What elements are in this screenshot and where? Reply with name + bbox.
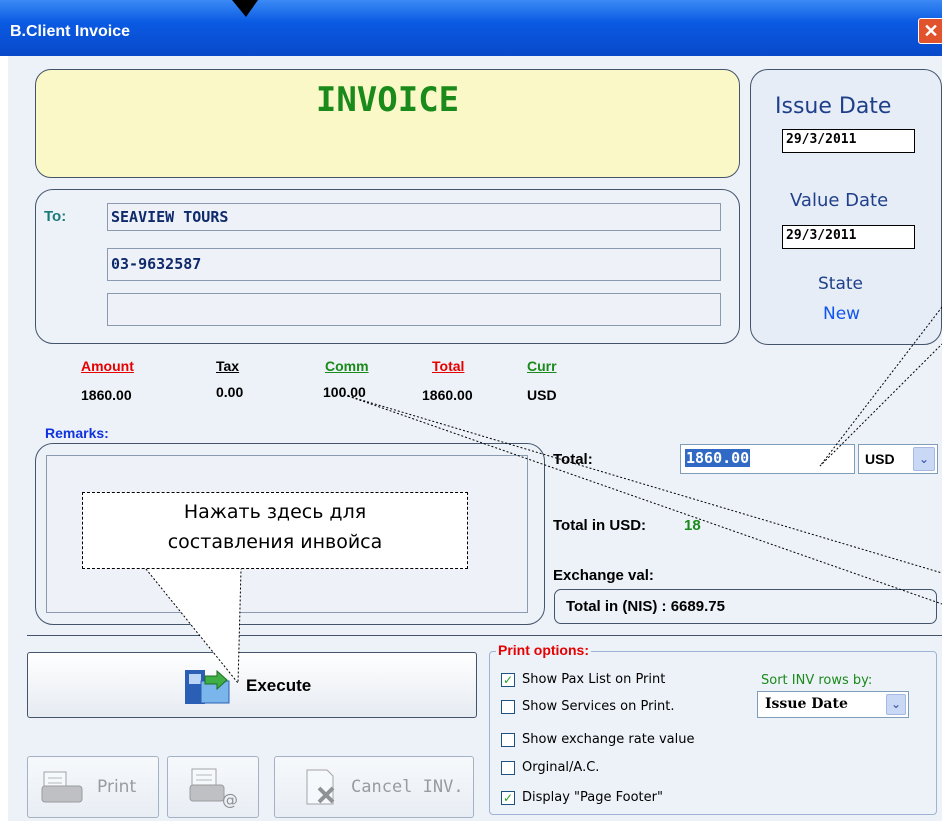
execute-label: Execute [246,676,312,695]
to-label: To: [44,208,67,225]
currency-value: USD [865,451,895,467]
print-label: Print [97,777,137,797]
svg-text:@: @ [222,790,238,809]
curr-header: Curr [527,358,557,374]
value-date-label: Value Date [790,190,889,211]
callout-line-1: Нажать здесь для [183,501,367,523]
recipient-panel: To: SEAVIEW TOURS 03-9632587 [35,189,740,344]
amount-header: Amount [81,358,134,374]
total-in-nis-box: Total in (NIS) : 6689.75 [554,589,937,624]
chevron-down-icon[interactable]: ⌄ [913,447,935,471]
option-label: Orginal/A.C. [522,760,600,775]
state-value: New [823,304,861,324]
option-label: Show Services on Print. [522,699,675,714]
sort-label: Sort INV rows by: [761,673,873,688]
cancel-inv-label: Cancel INV. [351,777,464,797]
checkbox-icon[interactable] [501,700,515,714]
tax-value: 0.00 [216,384,244,400]
total-in-usd-label: Total in USD: [553,517,647,534]
tax-header: Tax [216,358,240,374]
total-input[interactable]: 1860.00 [680,444,855,474]
sort-value: Issue Date [765,696,848,712]
total-header: Total [432,358,465,374]
divider [27,635,942,636]
execute-icon [185,669,230,704]
callout-box: Нажать здесь для составления инвойса [82,492,468,569]
recipient-phone-field[interactable]: 03-9632587 [107,248,721,281]
print-button[interactable]: Print [27,756,159,818]
pointer-arrow-icon [232,0,258,17]
option-label: Show Pax List on Print [522,672,666,687]
cancel-inv-button[interactable]: Cancel INV. [274,756,474,818]
chevron-down-icon[interactable]: ⌄ [886,694,906,715]
comm-value: 100.00 [323,384,366,400]
value-date-field[interactable]: 29/3/2011 [782,225,915,249]
issue-date-field[interactable]: 29/3/2011 [782,129,915,153]
total-in-usd-value: 18 [684,517,701,534]
printer-icon [41,771,83,803]
option-label: Show exchange rate value [522,732,695,747]
comm-header: Comm [325,358,369,374]
currency-select[interactable]: USD ⌄ [858,444,938,474]
issue-date-label: Issue Date [775,94,892,119]
invoice-banner: INVOICE [35,69,740,178]
print-options-title: Print options: [496,642,591,658]
amount-value: 1860.00 [81,387,132,403]
checkbox-icon[interactable] [501,761,515,775]
state-label: State [818,274,863,294]
cancel-document-icon [306,769,335,805]
execute-button[interactable]: Execute [27,652,477,718]
curr-value: USD [527,387,557,403]
sort-select[interactable]: Issue Date ⌄ [757,691,909,718]
total-in-nis-text: Total in (NIS) : 6689.75 [566,598,725,615]
email-print-button[interactable]: @ [167,756,259,818]
invoice-title: INVOICE [315,80,460,120]
email-printer-icon: @ [189,768,238,809]
total-label: Total: [553,451,593,468]
option-label: Display "Page Footer" [522,790,663,805]
recipient-name-field[interactable]: SEAVIEW TOURS [107,203,721,231]
total-value: 1860.00 [422,387,473,403]
exchange-label: Exchange val: [553,567,654,584]
checkbox-checked-icon[interactable]: ✓ [501,791,515,805]
callout-line-2: составления инвойса [167,531,383,553]
recipient-extra-field[interactable] [107,293,721,326]
total-input-selection: 1860.00 [685,449,751,467]
remarks-label: Remarks: [45,425,109,441]
checkbox-checked-icon[interactable]: ✓ [501,673,515,687]
checkbox-icon[interactable] [501,733,515,747]
dates-panel: Issue Date 29/3/2011 Value Date 29/3/201… [750,69,942,345]
